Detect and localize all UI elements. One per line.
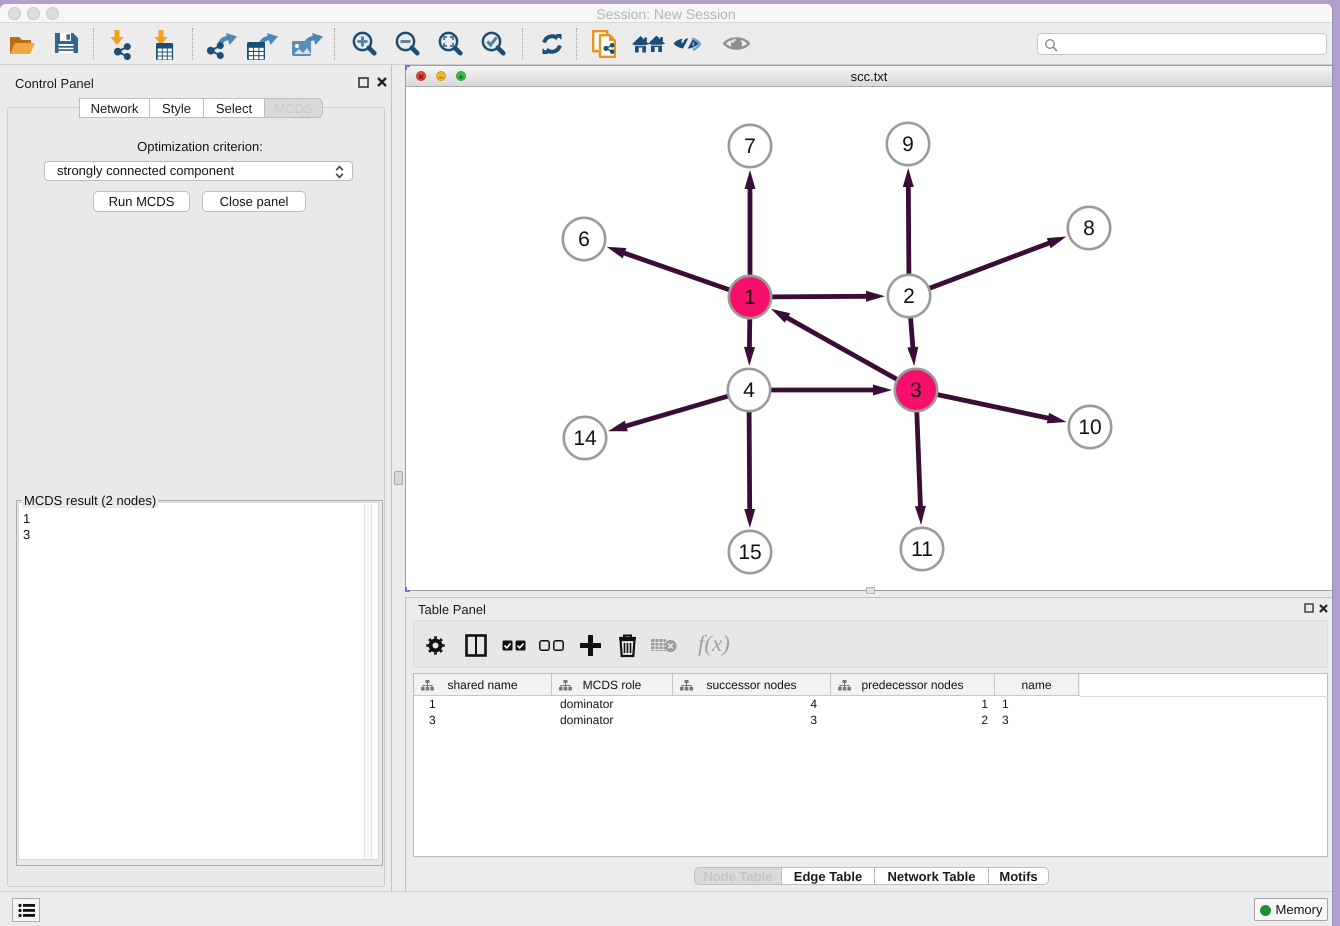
svg-text:3: 3 [910, 379, 922, 402]
svg-text:10: 10 [1078, 416, 1101, 439]
svg-text:8: 8 [1083, 217, 1095, 240]
svg-text:1: 1 [744, 286, 756, 309]
svg-text:9: 9 [902, 133, 914, 156]
svg-text:11: 11 [911, 538, 933, 561]
svg-text:15: 15 [738, 541, 761, 564]
svg-text:14: 14 [573, 427, 597, 450]
svg-text:4: 4 [743, 379, 755, 402]
svg-text:2: 2 [903, 285, 915, 308]
svg-text:7: 7 [744, 135, 756, 158]
svg-text:6: 6 [578, 228, 590, 251]
